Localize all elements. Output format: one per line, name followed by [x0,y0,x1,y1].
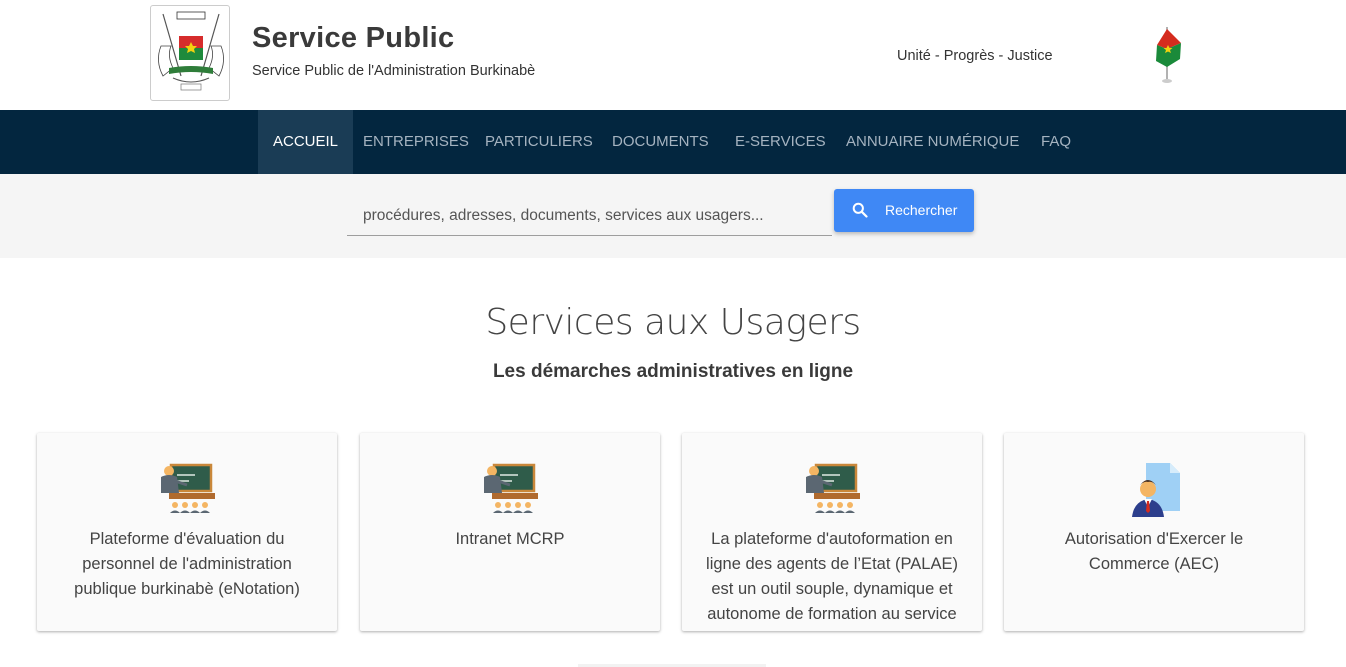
service-card-text: Intranet MCRP [455,530,565,548]
teacher-board-icon [161,463,215,513]
search-button[interactable]: Rechercher [834,189,974,232]
nav-item-particuliers[interactable]: PARTICULIERS [485,110,593,174]
nav-item-faq[interactable]: FAQ [1041,110,1071,174]
teacher-board-icon [806,463,860,513]
burkina-flag-icon [1153,25,1183,85]
coat-of-arms-icon[interactable] [150,5,230,101]
nav-item-documents[interactable]: DOCUMENTS [612,110,709,174]
nav-item-accueil[interactable]: ACCUEIL [258,110,354,174]
nav-item-annuaire-numerique[interactable]: ANNUAIRE NUMÉRIQUE [846,110,1019,174]
main-navigation: ACCUEIL ENTREPRISES PARTICULIERS DOCUMEN… [0,110,1346,174]
service-card-intranet[interactable]: Intranet MCRP [360,433,660,631]
nav-item-entreprises[interactable]: ENTREPRISES [363,110,469,174]
site-title[interactable]: Service Public [252,22,454,55]
teacher-board-icon [484,463,538,513]
service-card-text: Autorisation d'Exercer le Commerce (AEC) [1064,530,1244,573]
business-person-document-icon [1132,463,1180,517]
service-card-palae[interactable]: La plateforme d'autoformation en ligne d… [682,433,982,631]
national-motto: Unité - Progrès - Justice [897,48,1053,64]
nav-item-e-services[interactable]: E-SERVICES [735,110,826,174]
service-card-enotation[interactable]: Plateforme d'évaluation du personnel de … [37,433,337,631]
search-section: Rechercher [0,174,1346,258]
section-title: Services aux Usagers [485,302,861,343]
service-card-text: La plateforme d'autoformation en ligne d… [706,530,958,623]
service-card-text: Plateforme d'évaluation du personnel de … [74,530,300,598]
search-icon [852,202,868,218]
search-input[interactable] [347,196,832,236]
service-card-aec[interactable]: Autorisation d'Exercer le Commerce (AEC) [1004,433,1304,631]
section-subtitle: Les démarches administratives en ligne [492,361,854,382]
search-button-label: Rechercher [885,202,958,218]
site-subtitle: Service Public de l'Administration Burki… [252,63,536,79]
site-header: Service Public Service Public de l'Admin… [0,0,1346,110]
